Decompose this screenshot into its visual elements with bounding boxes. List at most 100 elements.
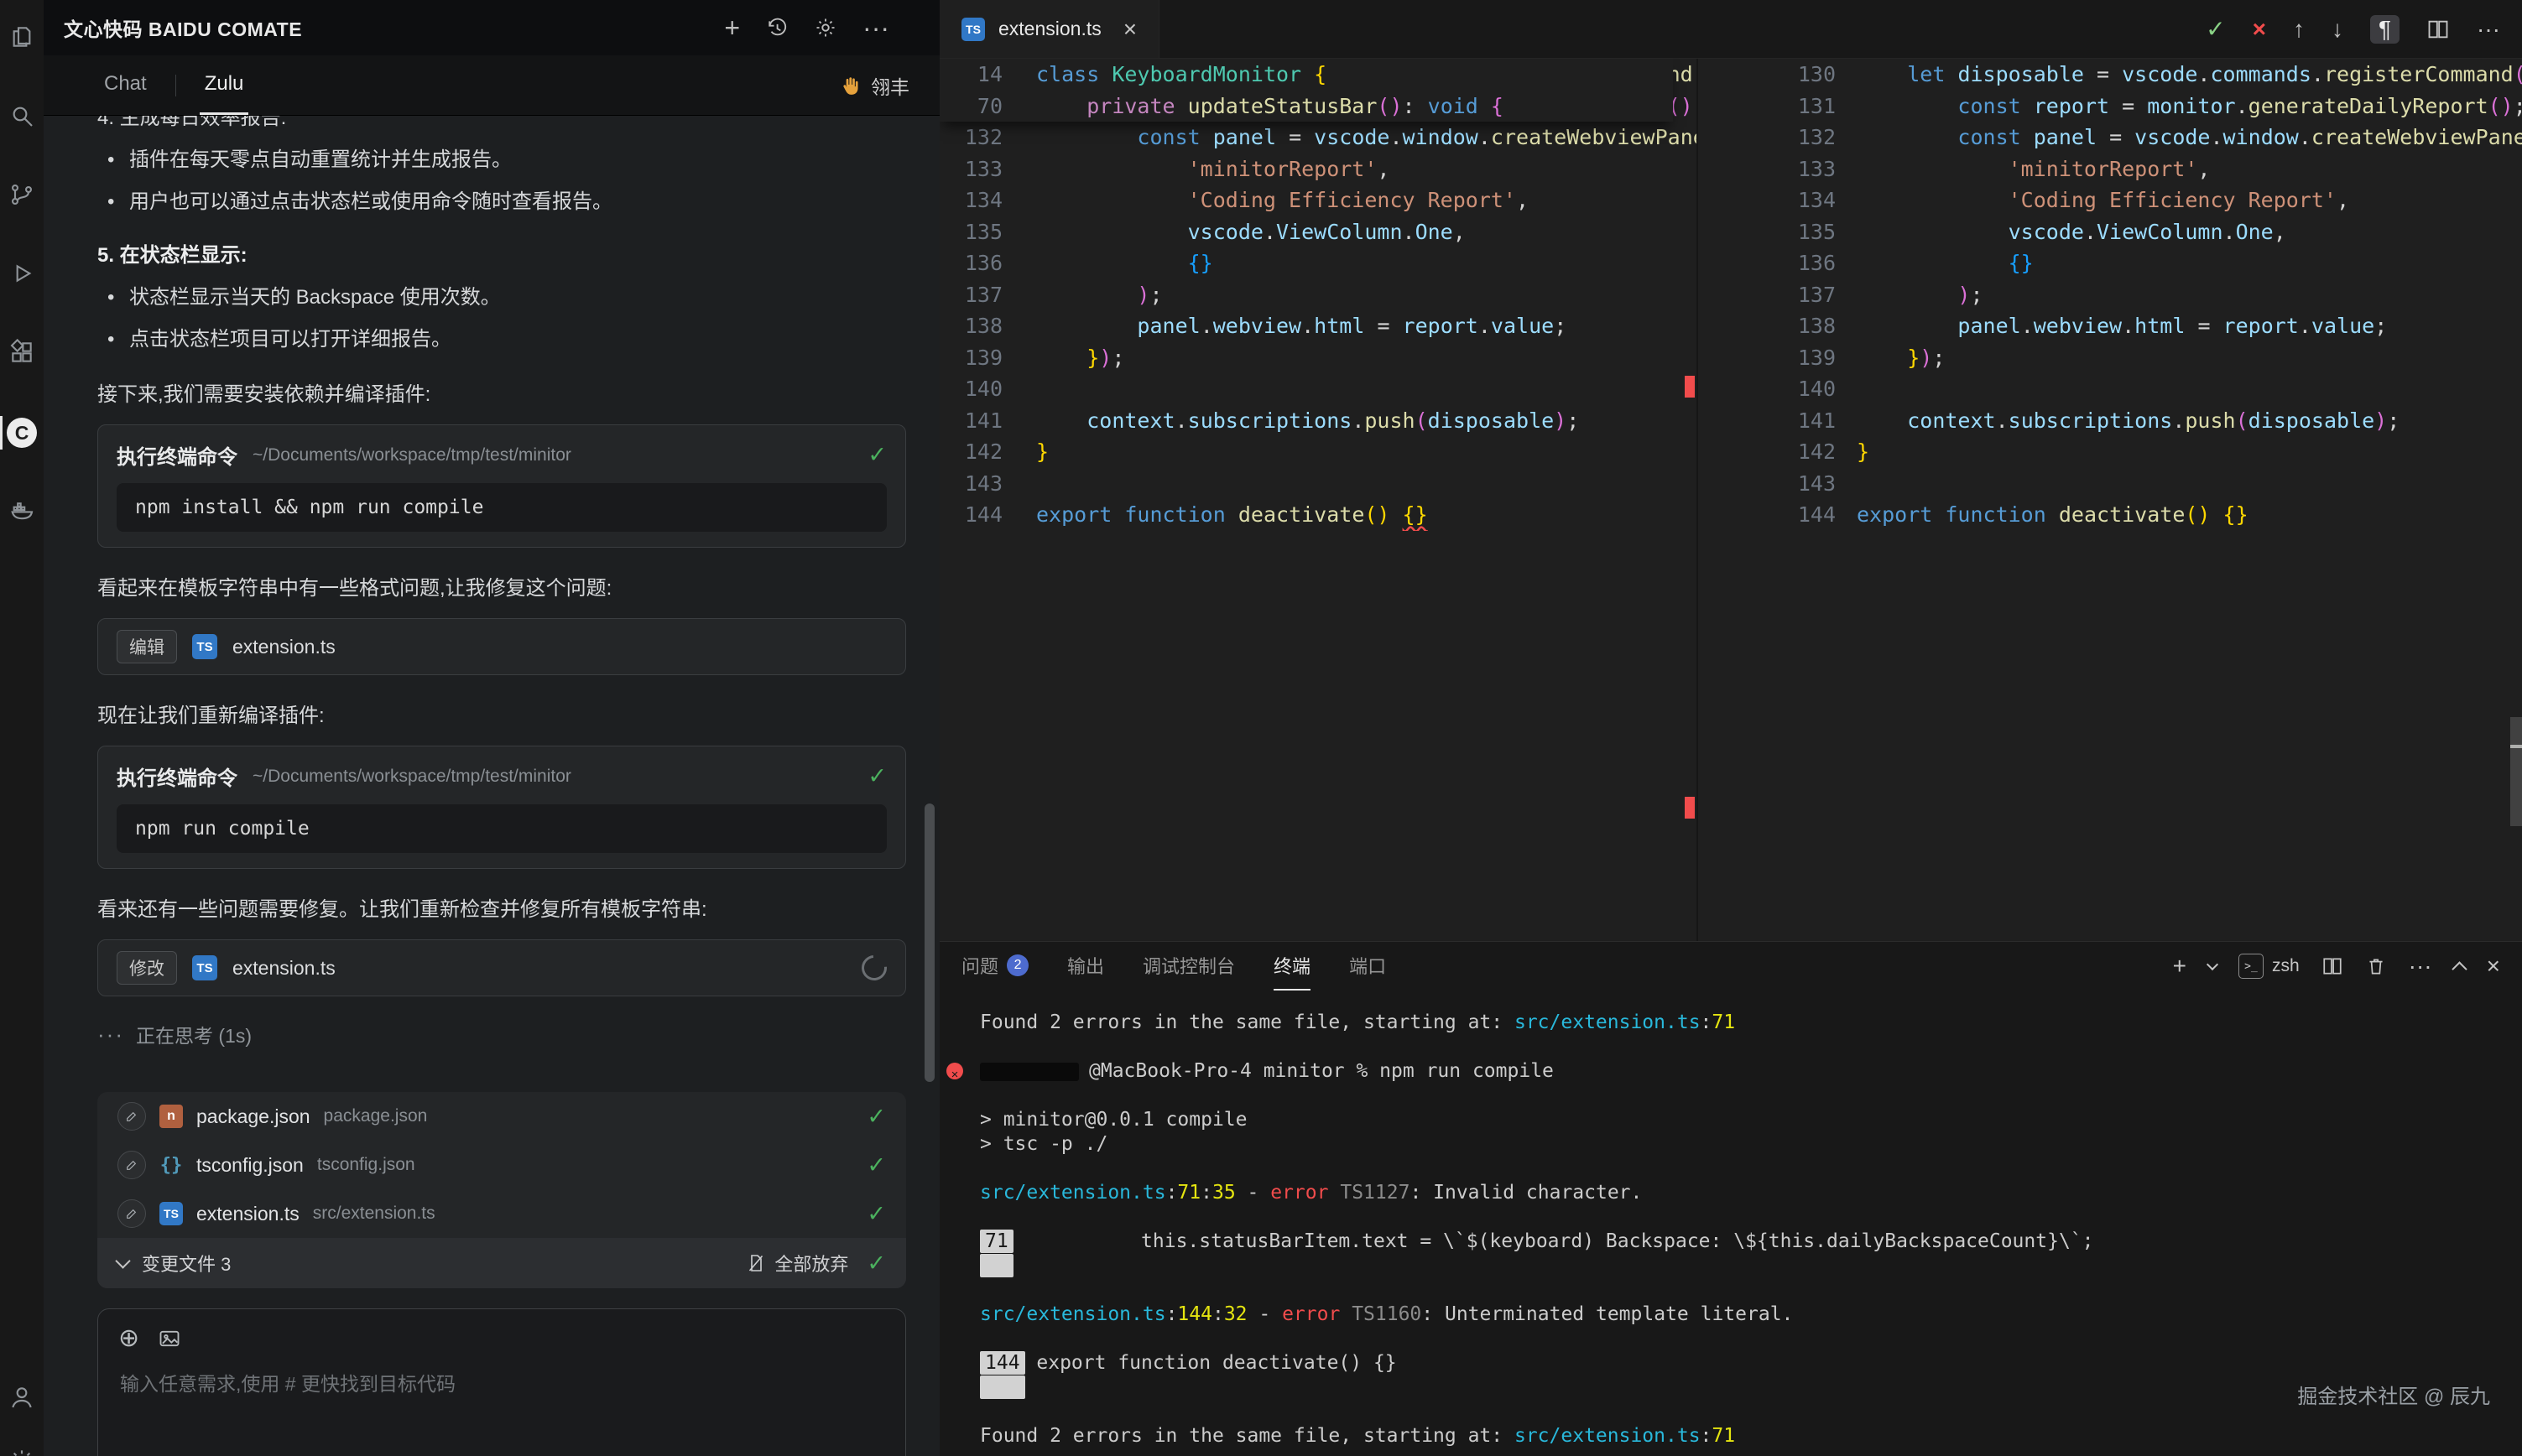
code-line[interactable]: 139 });	[940, 342, 1696, 374]
reject-changes-icon[interactable]: ×	[2253, 18, 2266, 41]
more-actions-icon[interactable]: ···	[862, 14, 889, 41]
terminal-output[interactable]: Found 2 errors in the same file, startin…	[940, 991, 2522, 1456]
previous-change-icon[interactable]: ↑	[2293, 18, 2305, 41]
editor-tab-extension-ts[interactable]: TS extension.ts ×	[940, 0, 1159, 58]
code-line[interactable]: 132 const panel = vscode.window.createWe…	[1698, 122, 2522, 153]
terminal-command-card[interactable]: 执行终端命令 ~/Documents/workspace/tmp/test/mi…	[97, 424, 906, 548]
code-line[interactable]: 136 {}	[940, 247, 1696, 279]
code-line[interactable]: 138 panel.webview.html = report.value;	[940, 310, 1696, 342]
file-edit-card[interactable]: 修改 TS extension.ts	[97, 939, 906, 996]
code-line[interactable]: 133 'minitorReport',	[940, 153, 1696, 185]
tab-terminal[interactable]: 终端	[1274, 942, 1311, 991]
code-line[interactable]: 144export function deactivate() {}	[940, 499, 1696, 531]
sticky-scroll[interactable]: 14class KeyboardMonitor {70 private upda…	[940, 59, 1673, 122]
more-actions-icon[interactable]: ···	[2477, 18, 2500, 41]
tab-output[interactable]: 输出	[1067, 942, 1104, 991]
close-tab-icon[interactable]: ×	[1123, 18, 1137, 41]
sidebar-item-run-debug[interactable]	[0, 252, 44, 330]
terminal-command-card[interactable]: 执行终端命令 ~/Documents/workspace/tmp/test/mi…	[97, 746, 906, 869]
code-line[interactable]: 14class KeyboardMonitor {	[940, 59, 1673, 91]
tab-debug-console[interactable]: 调试控制台	[1143, 942, 1235, 991]
code-line[interactable]: 142}	[940, 436, 1696, 468]
sidebar-item-explorer[interactable]	[0, 15, 44, 94]
new-chat-button[interactable]: +	[724, 14, 740, 41]
tab-ports[interactable]: 端口	[1349, 942, 1386, 991]
code-line[interactable]: 70 private updateStatusBar(): void {	[940, 91, 1673, 122]
new-terminal-icon[interactable]: +	[2173, 954, 2186, 978]
code-token: 'minitorReport'	[2009, 157, 2198, 181]
changed-file-row[interactable]: n package.json package.json ✓	[97, 1092, 906, 1141]
code-line[interactable]: 143	[940, 468, 1696, 500]
split-editor-icon[interactable]	[2426, 18, 2450, 41]
code-line[interactable]: 137 );	[940, 279, 1696, 311]
code-line[interactable]: 135 vscode.ViewColumn.One,	[1698, 216, 2522, 248]
sidebar-item-comate[interactable]: C	[0, 409, 44, 488]
code-line[interactable]: 135 vscode.ViewColumn.One,	[940, 216, 1696, 248]
split-terminal-icon[interactable]	[2321, 955, 2343, 977]
changed-file-row[interactable]: TS extension.ts src/extension.ts ✓	[97, 1189, 906, 1238]
code-line[interactable]: 140	[940, 373, 1696, 405]
close-panel-icon[interactable]: ×	[2487, 954, 2500, 978]
code-line[interactable]: 144export function deactivate() {}	[1698, 499, 2522, 531]
code-line[interactable]: 134 'Coding Efficiency Report',	[1698, 185, 2522, 216]
sidebar-item-docker[interactable]	[0, 488, 44, 567]
tab-chat[interactable]: Chat	[99, 55, 152, 115]
code-token: =	[1364, 314, 1402, 338]
editor-scrollbar[interactable]	[2510, 717, 2522, 826]
code-line[interactable]: 133 'minitorReport',	[1698, 153, 2522, 185]
code-line[interactable]: 130 let disposable = vscode.commands.reg…	[1698, 59, 2522, 91]
file-edit-card[interactable]: 编辑 TS extension.ts	[97, 618, 906, 675]
code-token: (	[1693, 62, 1696, 86]
code-line[interactable]: 134 'Coding Efficiency Report',	[940, 185, 1696, 216]
code-token: panel	[1213, 125, 1276, 149]
more-actions-icon[interactable]: ···	[2409, 954, 2432, 978]
chat-transcript[interactable]: 4. 生成每日效率报告: 插件在每天零点自动重置统计并生成报告。 用户也可以通过…	[44, 116, 940, 1456]
overview-ruler-error-mark[interactable]	[1685, 376, 1695, 398]
user-account[interactable]: 翎丰	[839, 71, 909, 100]
code-token: 'Coding Efficiency Report'	[1188, 188, 1516, 212]
diff-pane-original[interactable]: 130 let disposable = vscode.commands.reg…	[1698, 59, 2522, 941]
attach-plus-icon[interactable]: ⊕	[118, 1326, 139, 1351]
render-whitespace-icon[interactable]: ¶	[2370, 15, 2400, 44]
settings-button[interactable]	[0, 1448, 44, 1456]
accounts-button[interactable]	[0, 1384, 44, 1411]
overview-ruler-error-mark[interactable]	[1685, 797, 1695, 819]
code-line[interactable]: 143	[1698, 468, 2522, 500]
chevron-down-icon[interactable]	[115, 1253, 130, 1268]
code-line[interactable]: 132 const panel = vscode.window.createWe…	[940, 122, 1696, 153]
code-line[interactable]: 141 context.subscriptions.push(disposabl…	[1698, 405, 2522, 437]
code-line[interactable]: 137 );	[1698, 279, 2522, 311]
tab-problems[interactable]: 问题 2	[961, 942, 1029, 991]
maximize-panel-icon[interactable]	[2452, 961, 2467, 976]
sidebar-item-source-control[interactable]	[0, 173, 44, 252]
chat-input[interactable]	[118, 1366, 888, 1428]
panel-title: 文心快码 BAIDU COMATE	[64, 13, 302, 42]
chat-input-card[interactable]: ⊕ 停止生成 Ctrl+C	[97, 1308, 906, 1456]
changed-file-row[interactable]: {} tsconfig.json tsconfig.json ✓	[97, 1141, 906, 1189]
code-line[interactable]: 131 const report = monitor.generateDaily…	[1698, 91, 2522, 122]
code-line[interactable]: 136 {}	[1698, 247, 2522, 279]
history-icon[interactable]	[765, 16, 789, 39]
code-line[interactable]: 139 });	[1698, 342, 2522, 374]
code-token	[1857, 188, 2009, 212]
accept-changes-icon[interactable]: ✓	[2206, 18, 2225, 41]
code-token: )	[1099, 346, 1112, 370]
chat-bullet: 插件在每天零点自动重置统计并生成报告。	[97, 146, 906, 174]
sidebar-scrollbar[interactable]	[925, 803, 935, 1082]
discard-all-button[interactable]: 全部放弃	[746, 1250, 848, 1277]
sidebar-item-search[interactable]	[0, 94, 44, 173]
sidebar-item-extensions[interactable]	[0, 330, 44, 409]
image-icon[interactable]	[158, 1327, 181, 1350]
code-line[interactable]: 138 panel.webview.html = report.value;	[1698, 310, 2522, 342]
tab-zulu[interactable]: Zulu	[200, 55, 249, 115]
terminal-line: > tsc -p ./	[980, 1132, 2522, 1157]
diff-pane-modified[interactable]: 130 let disposable = vscode.commands.reg…	[940, 59, 1696, 941]
kill-terminal-trash-icon[interactable]	[2365, 955, 2387, 977]
terminal-instance-zsh[interactable]: >_ zsh	[2238, 954, 2300, 979]
code-line[interactable]: 140	[1698, 373, 2522, 405]
next-change-icon[interactable]: ↓	[2332, 18, 2343, 41]
terminal-profile-chevron-icon[interactable]	[2207, 958, 2218, 970]
settings-gear-icon[interactable]	[814, 16, 837, 39]
code-line[interactable]: 142}	[1698, 436, 2522, 468]
code-line[interactable]: 141 context.subscriptions.push(disposabl…	[940, 405, 1696, 437]
